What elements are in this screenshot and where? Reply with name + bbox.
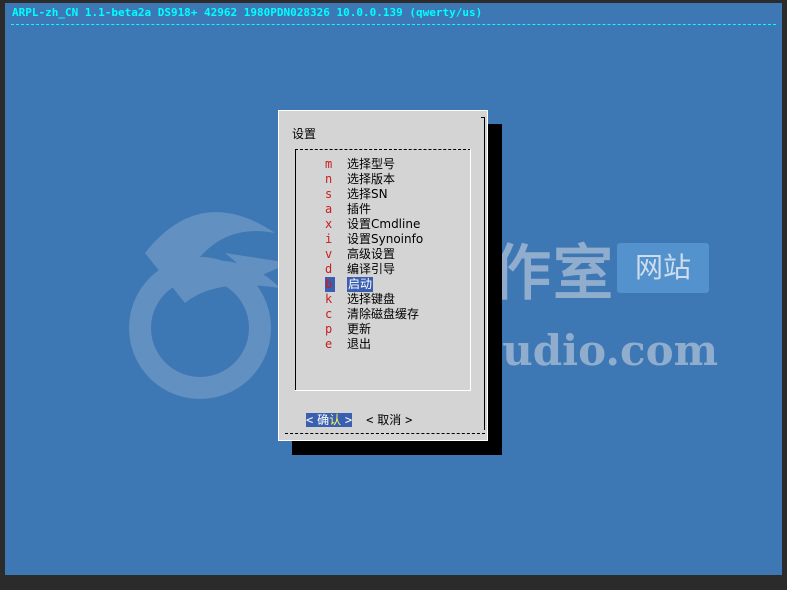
menu-item-key: v bbox=[325, 247, 333, 261]
menu-item-key: k bbox=[325, 292, 333, 306]
menu-item-d[interactable]: d 编译引导 bbox=[325, 262, 423, 277]
menu-item-label: 启动 bbox=[347, 277, 374, 292]
dialog-title: 设置 bbox=[292, 127, 317, 141]
menu-item-label: 选择型号 bbox=[347, 157, 396, 171]
menu-item-label: 插件 bbox=[347, 202, 372, 216]
menu-item-key: p bbox=[325, 322, 333, 336]
menu-item-key: b bbox=[325, 277, 335, 292]
menu-item-label: 选择键盘 bbox=[347, 292, 396, 306]
menu-item-s[interactable]: s 选择SN bbox=[325, 187, 423, 202]
menu-item-k[interactable]: k 选择键盘 bbox=[325, 292, 423, 307]
ok-button[interactable]: < 确 认 > bbox=[306, 413, 353, 427]
menu-item-v[interactable]: v 高级设置 bbox=[325, 247, 423, 262]
menu-item-key: c bbox=[325, 307, 333, 321]
menu-item-key: m bbox=[325, 157, 333, 171]
ok-button-hotkey: 认 bbox=[329, 413, 342, 427]
ok-button-label: 确 bbox=[317, 413, 330, 427]
backtitle: ARPL-zh_CN 1.1-beta2a DS918+ 42962 1980P… bbox=[12, 6, 483, 19]
menu-item-key: i bbox=[325, 232, 333, 246]
ok-button-left-bracket: < bbox=[306, 413, 314, 427]
menu-item-label: 选择SN bbox=[347, 187, 388, 201]
cancel-button-right-bracket: > bbox=[405, 413, 413, 427]
menu-item-label: 选择版本 bbox=[347, 172, 396, 186]
watermark-badge: 网站 bbox=[617, 243, 709, 293]
menu-item-label: 设置Synoinfo bbox=[347, 232, 424, 246]
menu-item-key: s bbox=[325, 187, 333, 201]
menu-item-e[interactable]: e 退出 bbox=[325, 337, 423, 352]
dialog-frame-right bbox=[482, 117, 485, 430]
menu-item-label: 设置Cmdline bbox=[347, 217, 421, 231]
cancel-button[interactable]: < 取消 > bbox=[366, 413, 412, 427]
menu-box: m 选择型号 n 选择版本 s 选择SN a 插件 x 设置Cmdline i 设置Synoinfo v… bbox=[295, 149, 471, 391]
menu-item-i[interactable]: i 设置Synoinfo bbox=[325, 232, 423, 247]
ok-button-right-bracket: > bbox=[344, 413, 353, 427]
menu-item-key: n bbox=[325, 172, 333, 186]
menu-item-b[interactable]: b 启动 bbox=[325, 277, 423, 292]
menu-item-key: e bbox=[325, 337, 333, 351]
menu-item-label: 高级设置 bbox=[347, 247, 396, 261]
menu-item-m[interactable]: m 选择型号 bbox=[325, 157, 423, 172]
button-row: < 确 认 > < 取消 > bbox=[306, 413, 412, 427]
menu-item-n[interactable]: n 选择版本 bbox=[325, 172, 423, 187]
menu-item-x[interactable]: x 设置Cmdline bbox=[325, 217, 423, 232]
menu-item-p[interactable]: p 更新 bbox=[325, 322, 423, 337]
menu-item-label: 退出 bbox=[347, 337, 372, 351]
cancel-button-left-bracket: < bbox=[366, 413, 374, 427]
menu-item-key: d bbox=[325, 262, 333, 276]
settings-dialog: 设置 m 选择型号 n 选择版本 s 选择SN a 插件 x 设置Cmdline i 设置Synoin… bbox=[278, 110, 488, 441]
menu-box-top-rule bbox=[295, 149, 471, 150]
menu-item-key: x bbox=[325, 217, 333, 231]
cancel-button-label: 取消 bbox=[377, 413, 402, 427]
dragon-watermark-icon bbox=[129, 212, 290, 399]
menu-item-a[interactable]: a 插件 bbox=[325, 202, 423, 217]
menu-item-label: 编译引导 bbox=[347, 262, 396, 276]
menu-item-key: a bbox=[325, 202, 333, 216]
dialog-bottom-rule bbox=[285, 433, 485, 434]
terminal-screen: ARPL-zh_CN 1.1-beta2a DS918+ 42962 1980P… bbox=[5, 3, 782, 575]
menu-box-bottom-rule bbox=[295, 390, 471, 391]
menu-item-c[interactable]: c 清除磁盘缓存 bbox=[325, 307, 423, 322]
menu-item-label: 清除磁盘缓存 bbox=[347, 307, 420, 321]
menu-list: m 选择型号 n 选择版本 s 选择SN a 插件 x 设置Cmdline i 设置Synoinfo v… bbox=[325, 157, 423, 352]
backtitle-divider bbox=[11, 24, 776, 25]
menu-box-left-rule bbox=[295, 149, 296, 391]
menu-box-right-rule bbox=[470, 149, 471, 391]
menu-item-label: 更新 bbox=[347, 322, 372, 336]
